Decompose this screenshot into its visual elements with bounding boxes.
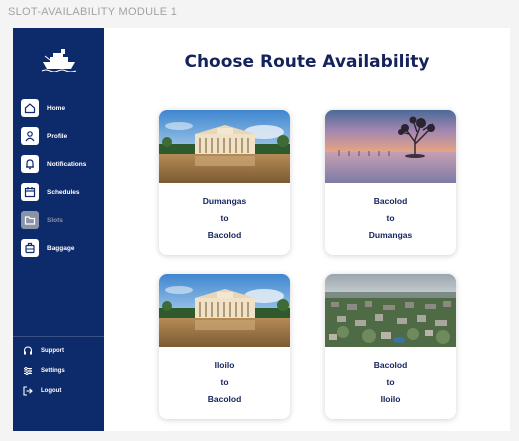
sidebar-item-notifications[interactable]: Notifications [21,154,86,174]
route-to: Bacolod [207,230,242,240]
sidebar-bottom-nav: Support Settings Logout [23,344,65,404]
bell-icon [21,155,39,173]
city-aerial-photo [325,274,456,347]
route-card-dumangas-bacolod[interactable]: Dumangas to Bacolod [159,110,290,255]
luggage-icon [21,239,39,257]
logout-icon [23,385,33,396]
route-label: Dumangas to Bacolod [159,183,290,244]
government-building-photo [159,274,290,347]
mangrove-sunset-photo [325,110,456,183]
route-from: Dumangas [202,196,247,206]
sidebar-item-label: Home [47,104,66,112]
sidebar-item-label: Schedules [47,188,80,196]
route-label: Iloilo to Bacolod [159,347,290,408]
sidebar-item-schedules[interactable]: Schedules [21,182,86,202]
page-title: Choose Route Availability [184,52,430,72]
route-label: Bacolod to Dumangas [325,183,456,244]
route-card-iloilo-bacolod[interactable]: Iloilo to Bacolod [159,274,290,419]
home-icon [21,99,39,117]
route-from: Bacolod [373,196,408,206]
route-to: Iloilo [380,394,401,404]
route-to-word: to [220,213,229,223]
route-to-word: to [220,377,229,387]
ship-logo-icon [41,49,77,72]
route-card-bacolod-dumangas[interactable]: Bacolod to Dumangas [325,110,456,255]
route-from: Iloilo [214,360,235,370]
frame-title: SLOT-AVAILABILITY MODULE 1 [8,6,178,18]
sidebar-item-support[interactable]: Support [23,344,65,357]
route-to: Bacolod [207,394,242,404]
sidebar-item-settings[interactable]: Settings [23,364,65,377]
route-to-word: to [386,213,395,223]
government-building-photo [159,110,290,183]
sidebar-item-profile[interactable]: Profile [21,126,86,146]
sidebar-item-label: Baggage [47,244,75,252]
sidebar-item-label: Support [41,347,64,354]
main-content: Choose Route Availability Dumangas to Ba… [104,28,510,431]
sliders-icon [24,366,32,375]
route-to-word: to [386,377,395,387]
sidebar-item-label: Profile [47,132,68,140]
sidebar-item-label: Settings [41,367,65,374]
app-window: Home Profile Notifications Schedules Slo… [13,28,510,431]
sidebar-nav: Home Profile Notifications Schedules Slo… [21,98,86,266]
sidebar-item-slots[interactable]: Slots [21,210,86,230]
sidebar-item-logout[interactable]: Logout [23,384,65,397]
headset-icon [23,345,33,354]
sidebar-item-label: Slots [47,216,63,224]
profile-icon [21,127,39,145]
route-card-bacolod-iloilo[interactable]: Bacolod to Iloilo [325,274,456,419]
route-label: Bacolod to Iloilo [325,347,456,408]
sidebar-item-label: Notifications [47,160,87,168]
calendar-icon [21,183,39,201]
route-from: Bacolod [373,360,408,370]
folder-icon [21,211,39,229]
sidebar-item-label: Logout [41,387,62,394]
sidebar: Home Profile Notifications Schedules Slo… [13,28,104,431]
sidebar-item-home[interactable]: Home [21,98,86,118]
route-to: Dumangas [368,230,413,240]
sidebar-divider [13,336,104,337]
sidebar-item-baggage[interactable]: Baggage [21,238,86,258]
